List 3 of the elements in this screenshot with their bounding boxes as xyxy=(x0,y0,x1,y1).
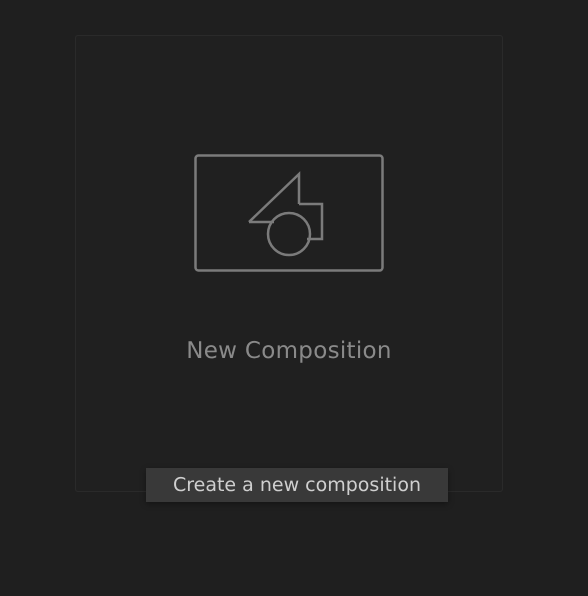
composition-icon xyxy=(194,154,384,272)
tooltip: Create a new composition xyxy=(146,468,448,502)
card-title: New Composition xyxy=(186,338,392,364)
